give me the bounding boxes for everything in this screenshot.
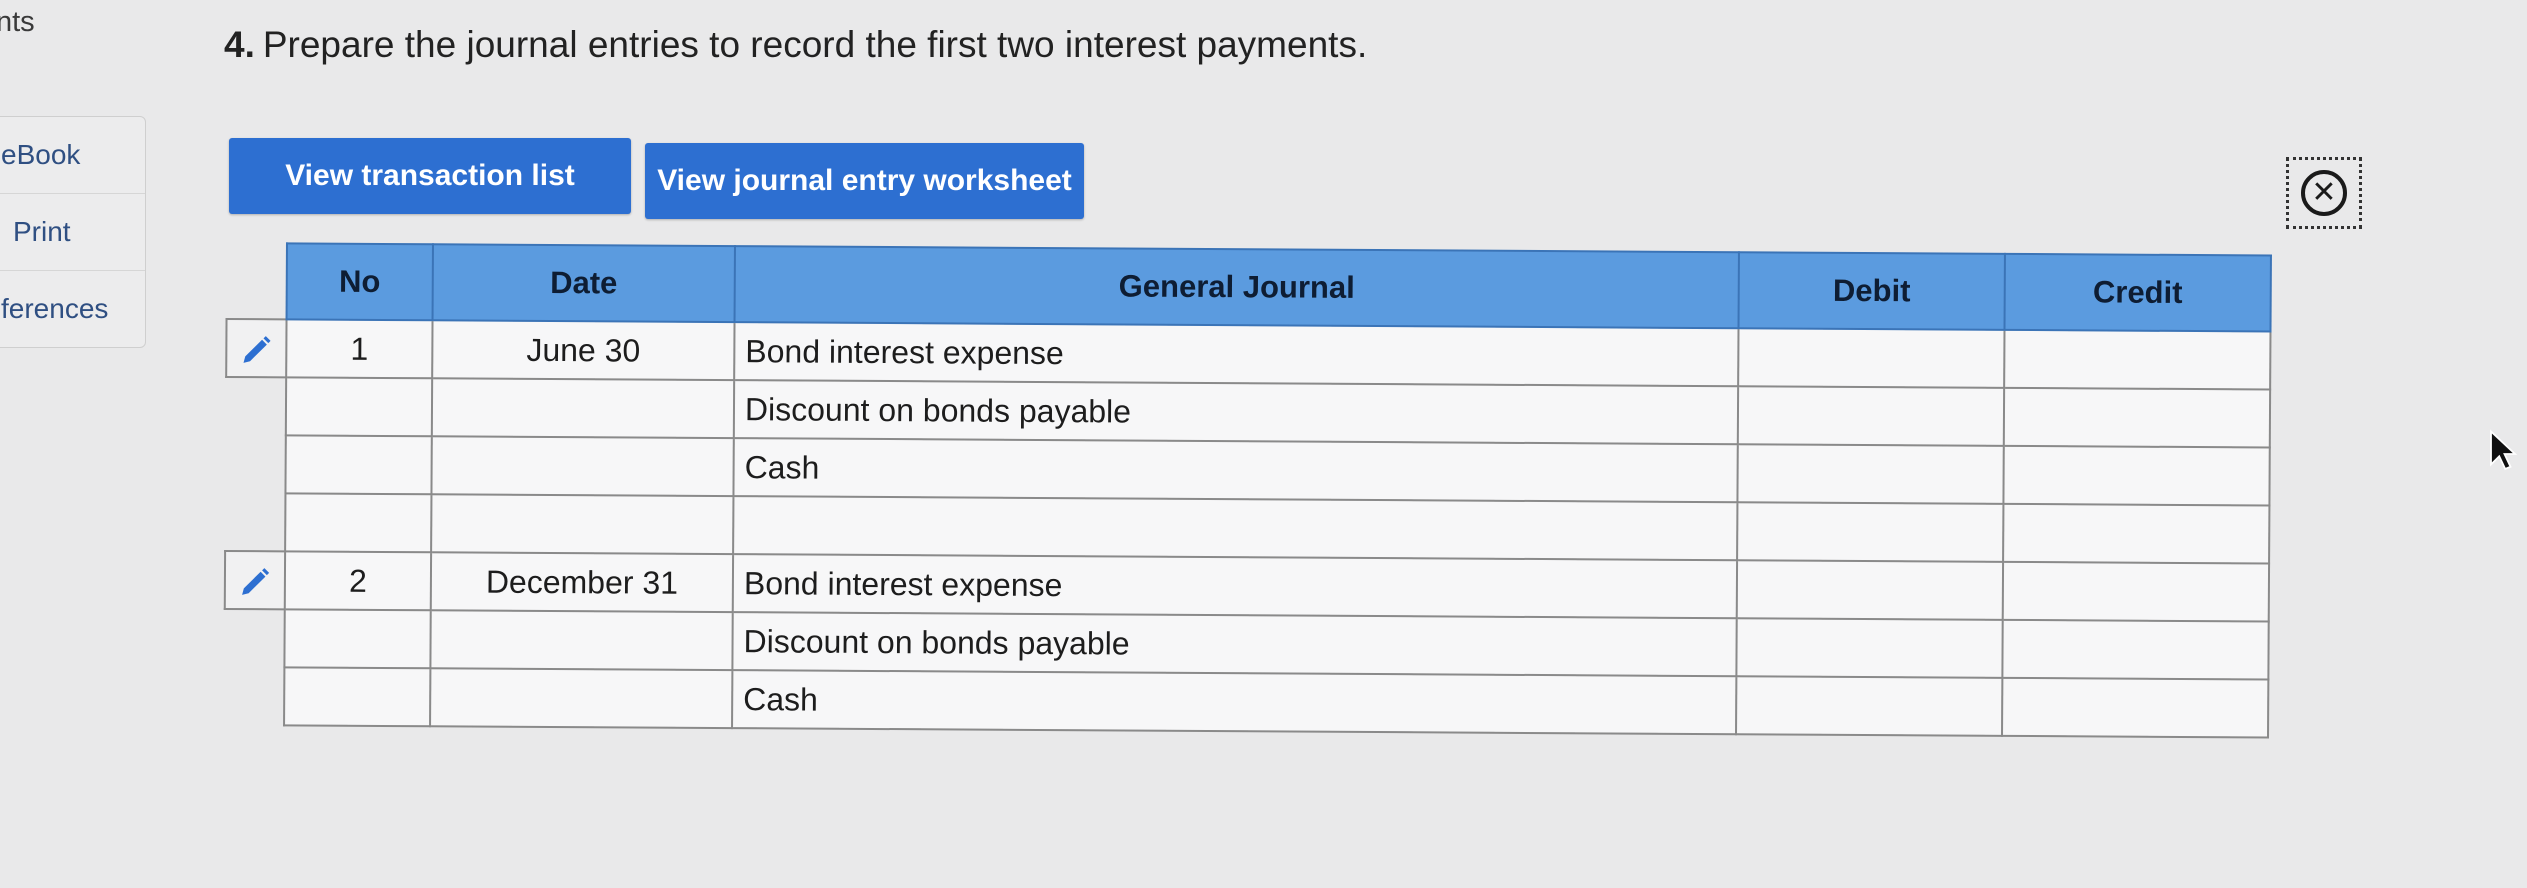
entry-number: 2 bbox=[284, 551, 432, 611]
edit-entry-button[interactable] bbox=[226, 319, 287, 378]
sidebar-item-print[interactable]: Print bbox=[0, 194, 145, 271]
close-button[interactable]: ✕ bbox=[2286, 157, 2362, 229]
entry-date: December 31 bbox=[430, 552, 734, 613]
entry-date: June 30 bbox=[432, 320, 735, 381]
debit-cell[interactable] bbox=[1737, 386, 2005, 446]
account-cell[interactable]: Cash bbox=[732, 670, 1737, 735]
entry-number bbox=[284, 667, 431, 727]
table-row: Cash bbox=[224, 667, 2269, 738]
debit-cell[interactable] bbox=[1737, 444, 2004, 504]
credit-cell[interactable] bbox=[2003, 445, 2270, 506]
entry-number bbox=[285, 377, 433, 437]
sidebar-item-ebook[interactable]: eBook bbox=[0, 117, 145, 194]
account-cell[interactable] bbox=[733, 496, 1738, 561]
edit-spacer bbox=[225, 435, 285, 493]
account-cell[interactable]: Discount on bonds payable bbox=[732, 612, 1737, 677]
view-transaction-list-button[interactable]: View transaction list bbox=[229, 138, 631, 214]
close-circle-icon: ✕ bbox=[2301, 170, 2347, 216]
mouse-pointer-icon bbox=[2490, 429, 2518, 471]
header-credit: Credit bbox=[2004, 253, 2271, 332]
header-date: Date bbox=[432, 244, 735, 323]
credit-cell[interactable] bbox=[2004, 329, 2271, 390]
header-general-journal: General Journal bbox=[734, 246, 1739, 329]
pencil-icon bbox=[242, 567, 270, 595]
sidebar-menu: eBook Print ferences bbox=[0, 116, 146, 348]
edit-spacer bbox=[225, 493, 285, 551]
entry-date bbox=[431, 436, 734, 497]
entry-number bbox=[284, 609, 431, 669]
entry-date bbox=[431, 494, 734, 555]
question-number: 4. bbox=[224, 24, 255, 65]
account-cell[interactable]: Bond interest expense bbox=[732, 554, 1738, 619]
edit-entry-button[interactable] bbox=[224, 551, 286, 610]
entry-number bbox=[285, 435, 432, 495]
debit-cell[interactable] bbox=[1737, 502, 2004, 562]
account-cell[interactable]: Cash bbox=[733, 438, 1738, 503]
edit-spacer bbox=[224, 609, 284, 667]
question-text: Prepare the journal entries to record th… bbox=[262, 24, 1368, 65]
entry-date bbox=[430, 610, 733, 671]
debit-cell[interactable] bbox=[1736, 676, 2003, 736]
table-header-row: No Date General Journal Debit Credit bbox=[227, 243, 2271, 332]
credit-cell[interactable] bbox=[2002, 677, 2269, 738]
sidebar-top-label: nts bbox=[0, 6, 35, 38]
debit-cell[interactable] bbox=[1738, 328, 2005, 388]
general-journal-table: No Date General Journal Debit Credit 1 J… bbox=[223, 242, 2286, 739]
view-journal-entry-worksheet-button[interactable]: View journal entry worksheet bbox=[645, 143, 1084, 219]
debit-cell[interactable] bbox=[1736, 560, 2004, 620]
credit-cell[interactable] bbox=[2003, 503, 2270, 564]
entry-number: 1 bbox=[286, 319, 433, 379]
edit-spacer bbox=[226, 377, 286, 435]
credit-cell[interactable] bbox=[2002, 619, 2269, 680]
header-spacer bbox=[227, 243, 287, 319]
entry-date bbox=[431, 378, 735, 439]
header-no: No bbox=[286, 243, 433, 321]
sidebar-item-references[interactable]: ferences bbox=[0, 271, 145, 347]
question-prompt: 4. Prepare the journal entries to record … bbox=[224, 24, 1367, 66]
account-cell[interactable]: Discount on bonds payable bbox=[733, 380, 1739, 445]
account-cell[interactable]: Bond interest expense bbox=[734, 322, 1739, 387]
entry-number bbox=[285, 493, 432, 553]
pencil-icon bbox=[243, 335, 271, 363]
credit-cell[interactable] bbox=[2003, 387, 2271, 448]
edit-spacer bbox=[224, 667, 284, 725]
debit-cell[interactable] bbox=[1736, 618, 2003, 678]
credit-cell[interactable] bbox=[2002, 561, 2270, 622]
header-debit: Debit bbox=[1738, 252, 2005, 330]
entry-date bbox=[430, 668, 733, 729]
